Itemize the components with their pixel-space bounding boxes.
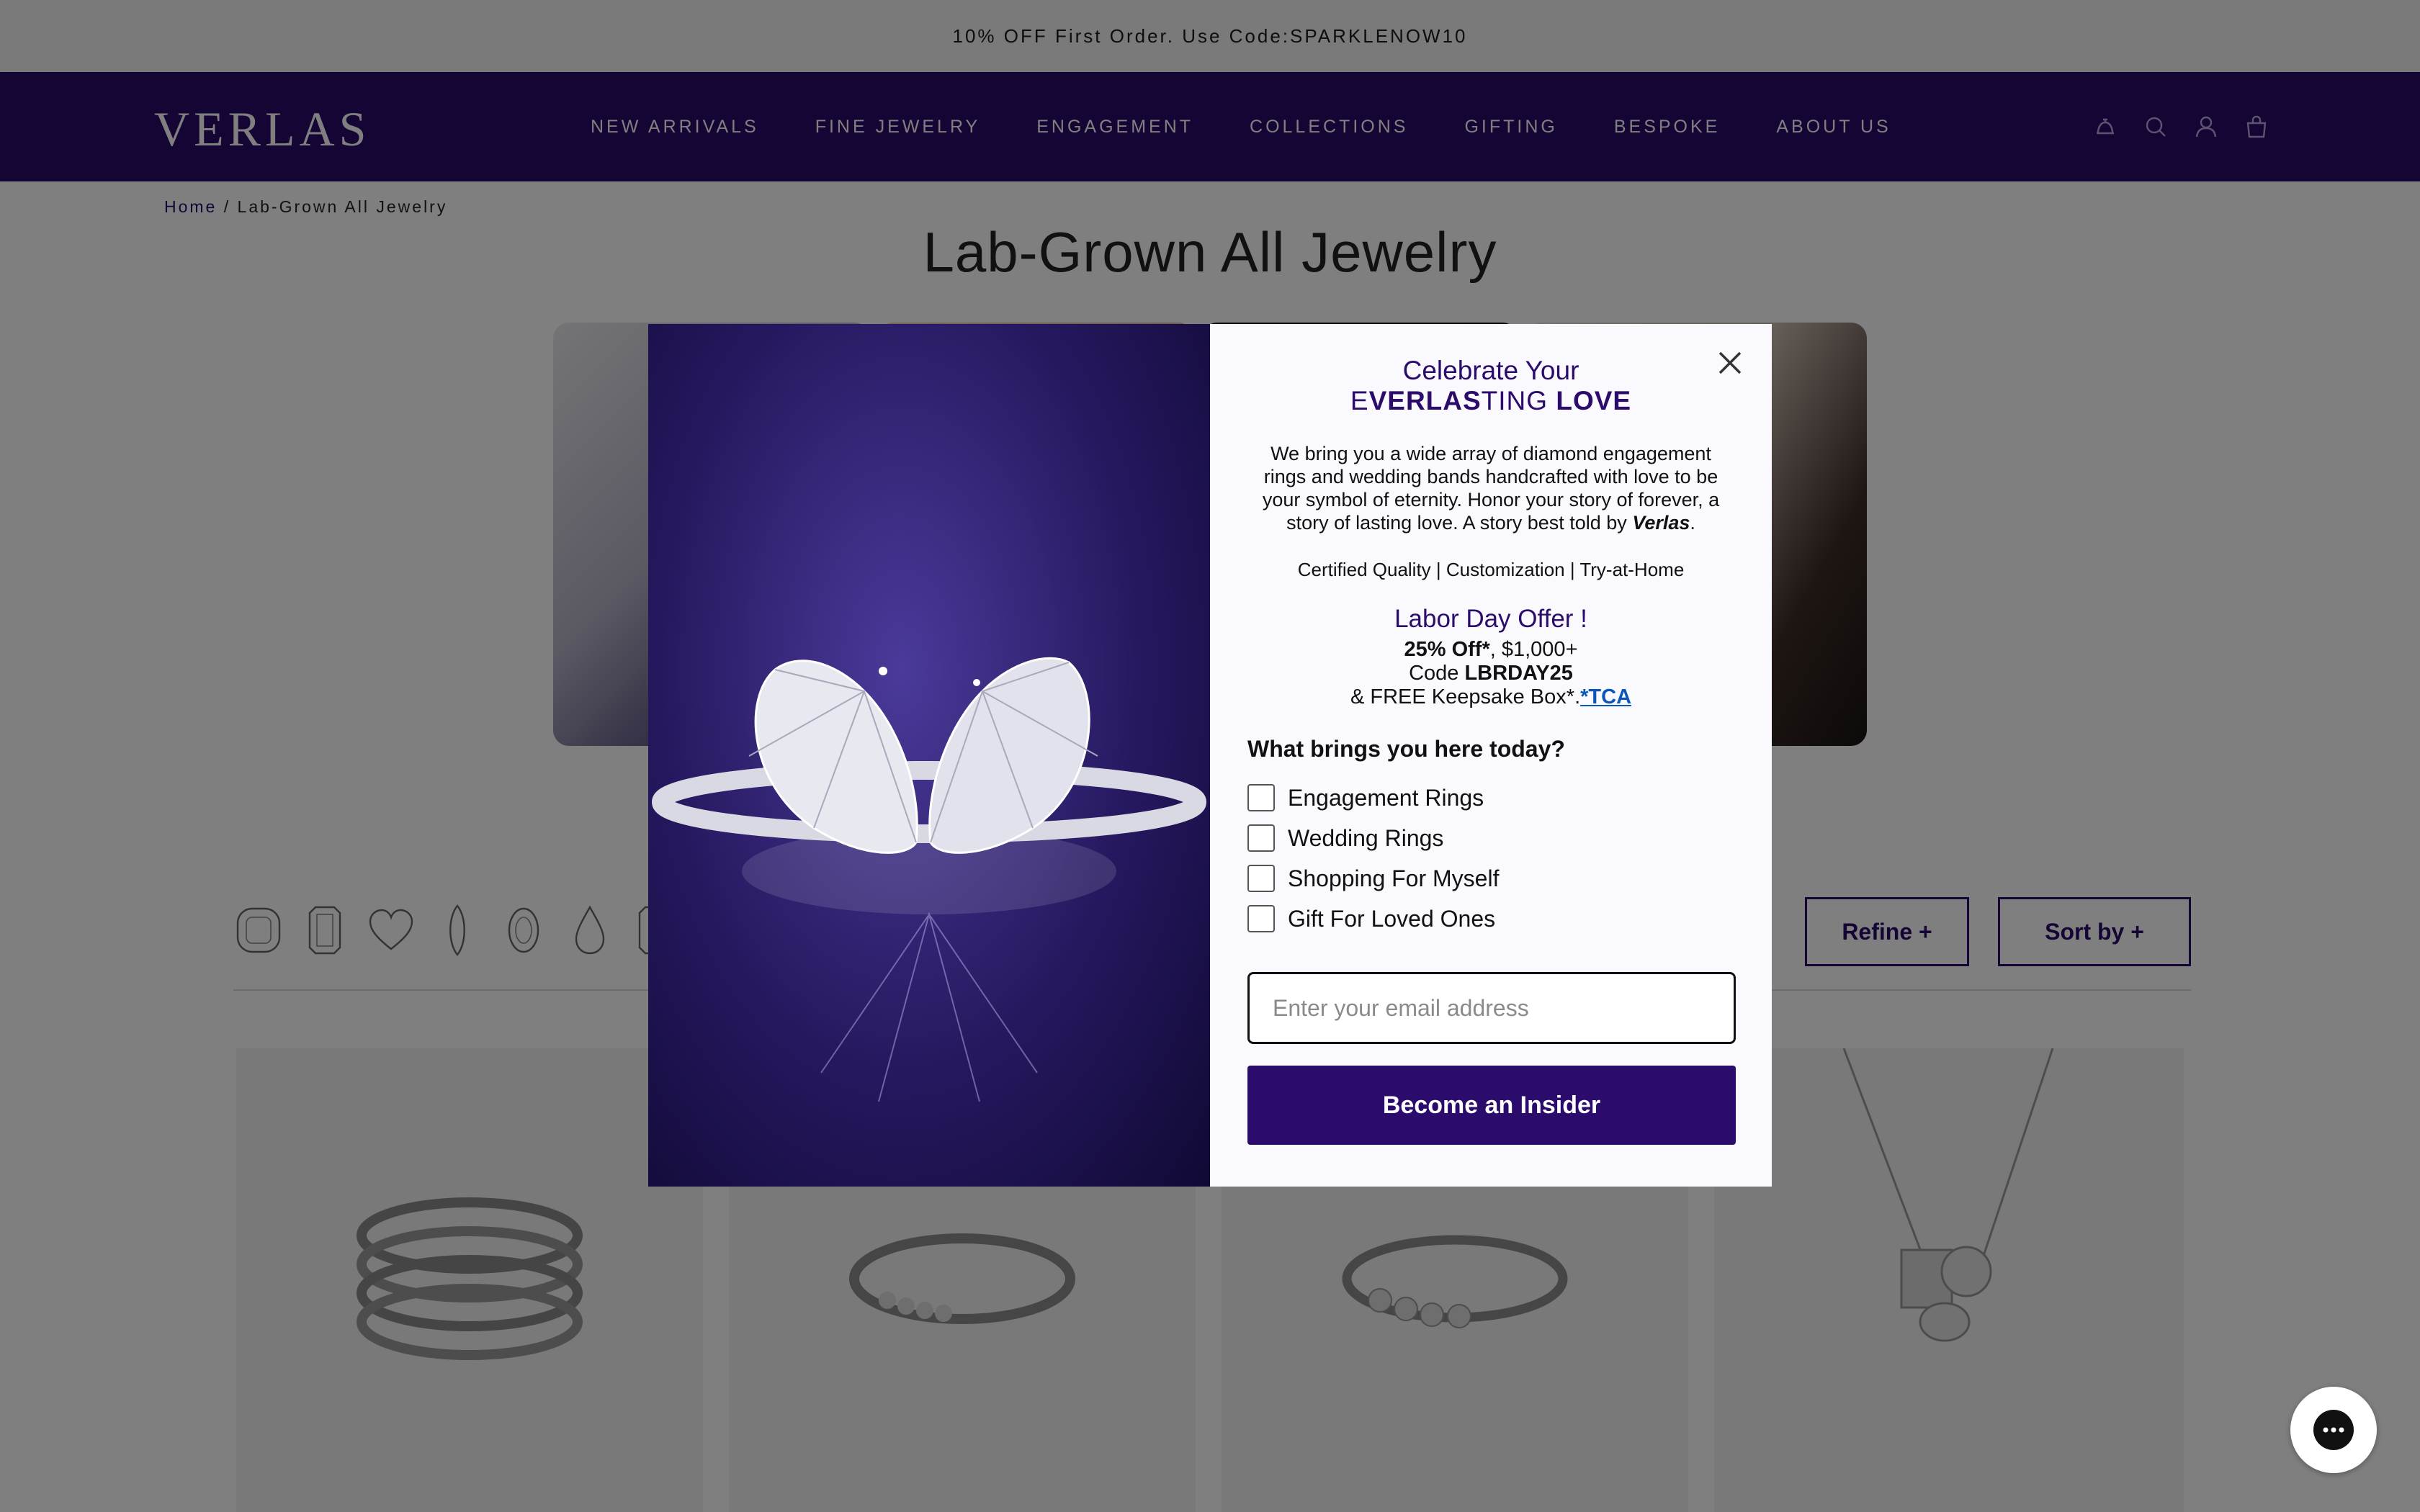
modal-features: Certified Quality | Customization | Try-… (1297, 559, 1685, 580)
offer-threshold: , $1,000+ (1489, 638, 1578, 661)
option-label: Gift For Loved Ones (1288, 905, 1496, 932)
survey-options: Engagement Rings Wedding Rings Shopping … (1247, 778, 1499, 939)
offer-line-3: & FREE Keepsake Box*.*TCA (1210, 685, 1772, 709)
offer-discount: 25% Off* (1404, 638, 1490, 661)
option-label: Shopping For Myself (1288, 865, 1500, 891)
modal-content: Celebrate Your EVERLASTING LOVE We bring… (1210, 324, 1772, 1187)
survey-question: What brings you here today? (1247, 736, 1565, 762)
chat-icon (2313, 1410, 2354, 1450)
offer-title: Labor Day Offer ! (1394, 605, 1587, 633)
modal-title-line1: Celebrate Your (1402, 356, 1579, 385)
option-gift-for-loved-ones[interactable]: Gift For Loved Ones (1247, 899, 1499, 939)
modal-hero-image (648, 324, 1210, 1187)
offer-code: LBRDAY25 (1464, 662, 1573, 685)
chat-widget-button[interactable] (2290, 1387, 2377, 1473)
option-label: Engagement Rings (1288, 784, 1484, 811)
diamond-ring-image (652, 657, 1206, 1102)
checkbox[interactable] (1247, 824, 1275, 852)
checkbox[interactable] (1247, 865, 1275, 892)
offer-line-2: Code LBRDAY25 (1210, 662, 1772, 685)
offer-details: 25% Off*, $1,000+ Code LBRDAY25 & FREE K… (1210, 638, 1772, 709)
option-engagement-rings[interactable]: Engagement Rings (1247, 778, 1499, 818)
title-part-verlas: VERLAS (1368, 386, 1482, 415)
title-part-e: E (1350, 386, 1369, 415)
email-field[interactable] (1247, 972, 1736, 1044)
offer-gift: & FREE Keepsake Box*. (1350, 685, 1581, 708)
modal-description: We bring you a wide array of diamond eng… (1250, 442, 1731, 534)
offer-terms-link[interactable]: *TCA (1580, 685, 1631, 708)
title-part-ting: TING (1481, 386, 1549, 415)
checkbox[interactable] (1247, 905, 1275, 932)
become-insider-button[interactable]: Become an Insider (1247, 1066, 1736, 1145)
description-period: . (1690, 512, 1695, 534)
modal-title-line2: EVERLASTING LOVE (1210, 386, 1772, 416)
offer-code-label: Code (1409, 662, 1459, 685)
newsletter-modal: Celebrate Your EVERLASTING LOVE We bring… (648, 324, 1772, 1187)
title-part-love: LOVE (1556, 386, 1632, 415)
option-label: Wedding Rings (1288, 824, 1444, 851)
description-brand: Verlas (1632, 512, 1690, 534)
offer-line-1: 25% Off*, $1,000+ (1210, 638, 1772, 662)
checkbox[interactable] (1247, 784, 1275, 811)
option-wedding-rings[interactable]: Wedding Rings (1247, 818, 1499, 858)
option-shopping-for-myself[interactable]: Shopping For Myself (1247, 858, 1499, 899)
